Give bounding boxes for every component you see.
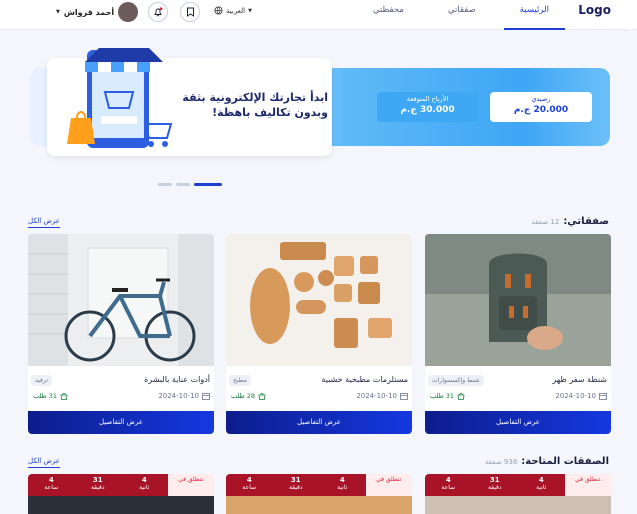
product-image	[425, 496, 611, 514]
logo[interactable]: Logo	[578, 3, 611, 17]
countdown-hours: 4 ساعة	[226, 474, 273, 496]
calendar-icon	[400, 393, 408, 400]
available-deal-card[interactable]: تنطلق في 4 ثانية 31 دقيقة 4 ساعة	[425, 474, 611, 514]
countdown-strip: تنطلق في 4 ثانية 31 دقيقة 4 ساعة	[28, 474, 214, 496]
date-text: 2024-10-10	[158, 392, 199, 400]
nav-links: الرئيسية صفقاتي محفظتي	[345, 0, 565, 30]
carousel-dots	[158, 183, 222, 186]
deal-card[interactable]: شنطة سفر ظهر شنط وإكسسوارات 2024-10-10 3…	[425, 234, 611, 434]
nav-link-wallet[interactable]: محفظتي	[357, 0, 420, 30]
section-count: 938 صفقة	[484, 458, 518, 466]
balance-label: رصيدي	[531, 95, 551, 103]
profit-value: 30.000 ج.م	[400, 105, 455, 115]
profit-card: الأرباح المتوقعة 30.000 ج.م	[377, 92, 478, 122]
view-all-link[interactable]: عرض الكل	[28, 457, 60, 468]
language-selector[interactable]: ▼ العربية	[214, 6, 252, 15]
language-label: العربية	[226, 6, 246, 15]
shop-phone-illustration	[67, 48, 173, 148]
deal-card[interactable]: مستلزمات مطبخية خشبية مطبخ 2024-10-10 28…	[226, 234, 412, 434]
carousel-dot[interactable]	[158, 183, 172, 186]
countdown-label: تنطلق في	[365, 474, 412, 496]
countdown-hours: 4 ساعة	[425, 474, 472, 496]
nav-link-my-deals[interactable]: صفقاتي	[432, 0, 492, 30]
countdown-minutes: 31 دقيقة	[74, 474, 121, 496]
balance-value: 20.000 ج.م	[513, 105, 569, 115]
countdown-strip: تنطلق في 4 ثانية 31 دقيقة 4 ساعة	[226, 474, 412, 496]
bookmark-button[interactable]	[180, 2, 200, 22]
section-title: صفقاتي:	[563, 216, 609, 227]
bag-icon	[457, 393, 465, 400]
globe-icon	[214, 6, 223, 15]
my-deals-header: صفقاتي: 12 صفقة	[531, 216, 609, 227]
date-text: 2024-10-10	[555, 392, 596, 400]
countdown-minutes: 31 دقيقة	[272, 474, 319, 496]
countdown-seconds: 4 ثانية	[319, 474, 366, 496]
product-image	[226, 496, 412, 514]
countdown-strip: تنطلق في 4 ثانية 31 دقيقة 4 ساعة	[425, 474, 611, 496]
category-badge: ترفيه	[31, 375, 52, 386]
nav-link-home[interactable]: الرئيسية	[503, 0, 565, 30]
orders-text: 31 طلب	[430, 392, 455, 400]
category-badge: مطبخ	[229, 375, 251, 386]
user-menu[interactable]: ▼ أحمد قرواش	[56, 2, 139, 22]
bag-icon	[60, 393, 68, 400]
view-all-link[interactable]: عرض الكل	[28, 217, 60, 228]
carousel-dot-active[interactable]	[194, 183, 222, 186]
category-badge: شنط وإكسسوارات	[428, 375, 484, 386]
product-image	[28, 234, 214, 366]
countdown-seconds: 4 ثانية	[518, 474, 565, 496]
available-deal-card[interactable]: تنطلق في 4 ثانية 31 دقيقة 4 ساعة	[28, 474, 214, 514]
orders-count: 31 طلب	[430, 392, 465, 400]
view-details-button[interactable]: عرض التفاصيل	[28, 411, 214, 434]
date-text: 2024-10-10	[356, 392, 397, 400]
countdown-label: تنطلق في	[564, 474, 611, 496]
top-navbar: Logo الرئيسية صفقاتي محفظتي ▼ العربية ▼ …	[0, 0, 637, 30]
deal-date: 2024-10-10	[158, 392, 210, 400]
product-image	[28, 496, 214, 514]
calendar-icon	[599, 393, 607, 400]
available-deal-card[interactable]: تنطلق في 4 ثانية 31 دقيقة 4 ساعة	[226, 474, 412, 514]
view-details-button[interactable]: عرض التفاصيل	[425, 411, 611, 434]
product-image	[226, 234, 412, 366]
countdown-seconds: 4 ثانية	[121, 474, 168, 496]
user-name: أحمد قرواش	[63, 7, 115, 17]
section-count: 12 صفقة	[531, 218, 560, 226]
chevron-down-icon: ▼	[56, 9, 60, 15]
balance-card: رصيدي 20.000 ج.م	[490, 92, 592, 122]
deal-name: أدوات عناية بالبشرة	[144, 375, 210, 384]
available-deals-header: الصفقات المتاحة: 938 صفقة	[485, 456, 609, 467]
hero-card: ابدأ تجارتك الإلكترونية بثقة وبدون تكالي…	[47, 48, 332, 156]
carousel-dot[interactable]	[176, 183, 190, 186]
avatar	[118, 2, 139, 22]
deal-card[interactable]: أدوات عناية بالبشرة ترفيه 2024-10-10 31 …	[28, 234, 214, 434]
orders-count: 28 طلب	[231, 392, 266, 400]
deal-date: 2024-10-10	[555, 392, 607, 400]
deal-name: مستلزمات مطبخية خشبية	[321, 375, 408, 384]
bell-icon	[154, 7, 163, 17]
bookmark-icon	[186, 7, 194, 17]
countdown-minutes: 31 دقيقة	[471, 474, 518, 496]
orders-text: 28 طلب	[231, 392, 256, 400]
orders-text: 31 طلب	[33, 392, 58, 400]
notifications-button[interactable]	[148, 2, 168, 22]
hero-title: ابدأ تجارتك الإلكترونية بثقة وبدون تكالي…	[182, 91, 328, 119]
deal-date: 2024-10-10	[356, 392, 408, 400]
bag-icon	[258, 393, 266, 400]
profit-label: الأرباح المتوقعة	[406, 95, 449, 103]
calendar-icon	[202, 393, 210, 400]
page: Logo الرئيسية صفقاتي محفظتي ▼ العربية ▼ …	[0, 0, 637, 514]
orders-count: 31 طلب	[33, 392, 68, 400]
countdown-hours: 4 ساعة	[28, 474, 75, 496]
chevron-down-icon: ▼	[248, 7, 252, 14]
deal-name: شنطة سفر ظهر	[552, 375, 607, 384]
section-title: الصفقات المتاحة:	[521, 456, 609, 467]
product-image	[425, 234, 611, 366]
view-details-button[interactable]: عرض التفاصيل	[226, 411, 412, 434]
countdown-label: تنطلق في	[167, 474, 214, 496]
